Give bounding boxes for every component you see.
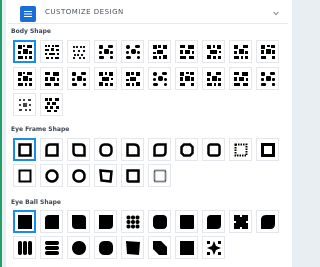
eye-ball-option[interactable]: [67, 236, 90, 259]
eye-frame-option[interactable]: [121, 164, 144, 187]
body-shape-option[interactable]: [94, 40, 117, 63]
eye-frame-row-2: [13, 164, 171, 187]
list-icon: [20, 6, 36, 22]
body-shape-option[interactable]: [229, 40, 252, 63]
body-shape-option[interactable]: [13, 40, 36, 63]
eye-ball-option[interactable]: [229, 210, 252, 233]
body-shape-option[interactable]: [175, 40, 198, 63]
body-shape-option[interactable]: [121, 40, 144, 63]
body-shape-option[interactable]: [256, 40, 279, 63]
body-shape-option[interactable]: [121, 67, 144, 90]
customize-design-header[interactable]: CUSTOMIZE DESIGN: [8, 4, 288, 24]
eye-ball-option[interactable]: [121, 210, 144, 233]
eye-ball-option[interactable]: [94, 210, 117, 233]
eye-ball-option[interactable]: [175, 236, 198, 259]
eye-frame-option[interactable]: [94, 164, 117, 187]
body-shape-option[interactable]: [40, 67, 63, 90]
eye-frame-option[interactable]: [40, 138, 63, 161]
eye-frame-option[interactable]: [175, 138, 198, 161]
eye-frame-option[interactable]: [121, 138, 144, 161]
eye-ball-option[interactable]: [13, 210, 36, 233]
body-shape-option[interactable]: [148, 67, 171, 90]
green-accent-bar: [0, 0, 2, 267]
eye-ball-option[interactable]: [94, 236, 117, 259]
eye-ball-row-2: [13, 236, 225, 259]
eye-ball-option[interactable]: [202, 236, 225, 259]
eye-frame-option[interactable]: [229, 138, 252, 161]
eye-ball-option[interactable]: [148, 236, 171, 259]
eye-frame-option[interactable]: [94, 138, 117, 161]
eye-frame-option[interactable]: [148, 164, 171, 187]
app-frame: CUSTOMIZE DESIGN Body Shape Eye Frame Sh…: [0, 0, 300, 267]
eye-frame-row-1: [13, 138, 279, 161]
eye-frame-option[interactable]: [67, 164, 90, 187]
eye-ball-option[interactable]: [40, 236, 63, 259]
body-shape-option[interactable]: [13, 93, 36, 116]
eye-frame-option[interactable]: [40, 164, 63, 187]
eye-ball-shape-label: Eye Ball Shape: [11, 199, 61, 206]
body-shape-option[interactable]: [202, 40, 225, 63]
body-shape-option[interactable]: [40, 40, 63, 63]
body-shape-option[interactable]: [229, 67, 252, 90]
body-shape-option[interactable]: [67, 40, 90, 63]
eye-ball-option[interactable]: [148, 210, 171, 233]
body-shape-option[interactable]: [67, 67, 90, 90]
eye-ball-option[interactable]: [40, 210, 63, 233]
eye-ball-option[interactable]: [202, 210, 225, 233]
body-shape-row-2: [13, 67, 279, 90]
eye-frame-option[interactable]: [67, 138, 90, 161]
body-shape-option[interactable]: [148, 40, 171, 63]
header-title: CUSTOMIZE DESIGN: [45, 8, 124, 16]
body-shape-option[interactable]: [175, 67, 198, 90]
body-shape-row-1: [13, 40, 279, 63]
eye-frame-option[interactable]: [13, 138, 36, 161]
eye-ball-option[interactable]: [67, 210, 90, 233]
body-shape-option[interactable]: [94, 67, 117, 90]
body-shape-row-3: [13, 93, 63, 116]
body-shape-option[interactable]: [40, 93, 63, 116]
eye-ball-option[interactable]: [121, 236, 144, 259]
body-shape-option[interactable]: [256, 67, 279, 90]
eye-ball-row-1: [13, 210, 279, 233]
eye-ball-option[interactable]: [175, 210, 198, 233]
eye-frame-option[interactable]: [202, 138, 225, 161]
eye-frame-option[interactable]: [256, 138, 279, 161]
eye-ball-option[interactable]: [13, 236, 36, 259]
body-shape-option[interactable]: [202, 67, 225, 90]
eye-ball-option[interactable]: [256, 210, 279, 233]
eye-frame-option[interactable]: [13, 164, 36, 187]
chevron-down-icon[interactable]: [272, 9, 280, 17]
body-shape-option[interactable]: [13, 67, 36, 90]
eye-frame-shape-label: Eye Frame Shape: [11, 126, 70, 133]
eye-frame-option[interactable]: [148, 138, 171, 161]
body-shape-label: Body Shape: [11, 28, 51, 35]
